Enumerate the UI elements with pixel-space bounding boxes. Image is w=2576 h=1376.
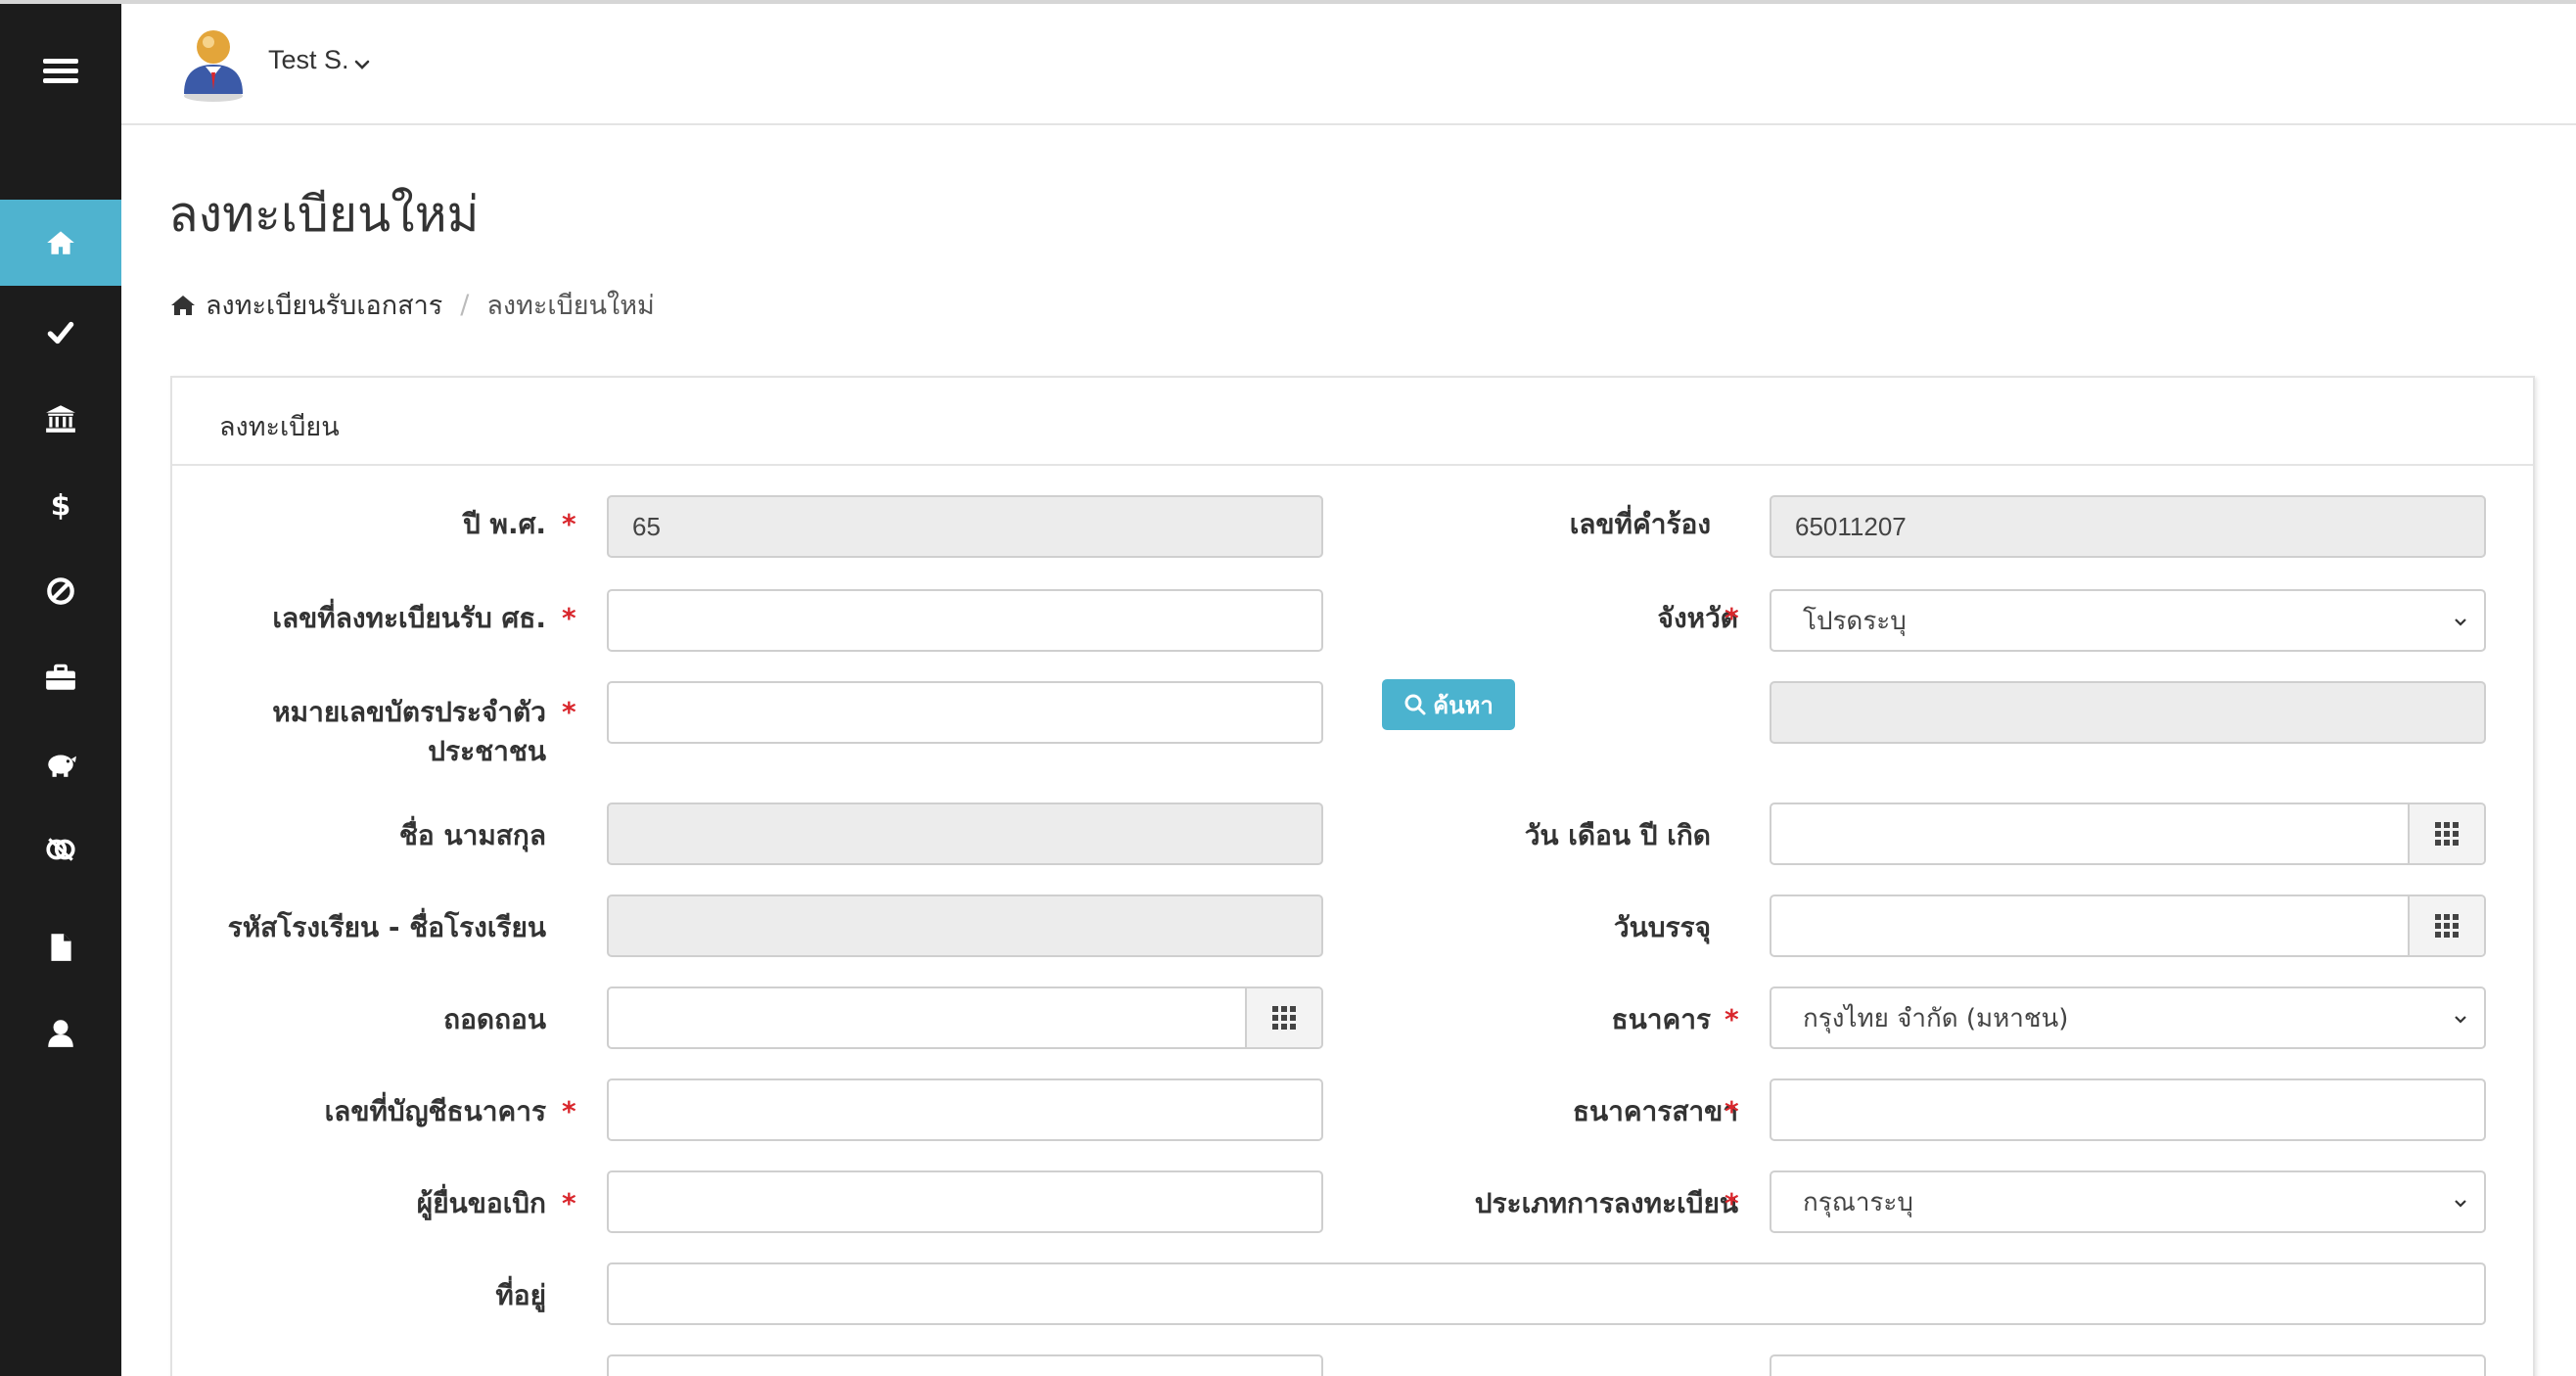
sidebar-item-briefcase[interactable]	[0, 634, 121, 720]
province-select[interactable]: โปรดระบุ	[1770, 589, 2486, 652]
calendar-grid-icon	[2435, 914, 2459, 938]
appoint-date-input[interactable]	[1770, 894, 2486, 957]
chevron-down-icon[interactable]	[352, 55, 372, 74]
request-no-label: เลขที่คำร้อง	[1569, 508, 1711, 540]
ban-icon	[47, 577, 74, 605]
address-label: ที่อยู่	[495, 1279, 546, 1311]
breadcrumb-separator: /	[460, 290, 470, 320]
chevron-down-icon	[2455, 619, 2466, 626]
required-marker: *	[562, 1095, 576, 1127]
next-row-input-right[interactable]	[1770, 1354, 2486, 1376]
reg-type-select[interactable]: กรุณาระบุ	[1770, 1170, 2486, 1233]
bank-select[interactable]: กรุงไทย จำกัด (มหาชน)	[1770, 986, 2486, 1049]
breadcrumb-home-link[interactable]: ลงทะเบียนรับเอกสาร	[206, 284, 442, 326]
required-marker: *	[1725, 602, 1739, 634]
id-card-label-line2: ประชาชน	[428, 735, 546, 767]
breadcrumb-current: ลงทะเบียนใหม่	[486, 291, 655, 321]
calendar-button[interactable]	[2408, 896, 2484, 955]
chevron-down-icon	[2455, 1016, 2466, 1024]
reg-no-input[interactable]	[607, 589, 1323, 652]
file-icon	[51, 934, 71, 961]
id-card-input[interactable]	[607, 681, 1323, 744]
account-no-label: เลขที่บัญชีธนาคาร	[324, 1095, 546, 1127]
request-no-field[interactable]: 65011207	[1770, 495, 2486, 558]
account-no-input[interactable]	[607, 1078, 1323, 1141]
search-icon	[1404, 694, 1426, 715]
required-marker: *	[1725, 1003, 1739, 1035]
bank-icon	[46, 405, 75, 433]
birth-date-label: วัน เดือน ปี เกิด	[1524, 819, 1711, 851]
reg-type-label: ประเภทการลงทะเบียน	[1474, 1187, 1738, 1219]
avatar[interactable]	[178, 23, 249, 102]
calendar-button[interactable]	[1245, 988, 1321, 1047]
full-name-field[interactable]	[607, 803, 1323, 865]
branch-label: ธนาคารสาขา	[1572, 1095, 1738, 1127]
school-field[interactable]	[607, 894, 1323, 957]
bank-select-value: กรุงไทย จำกัด (มหาชน)	[1803, 1003, 2069, 1033]
dollar-icon: $	[51, 489, 71, 522]
withdraw-label: ถอดถอน	[443, 1003, 546, 1035]
next-row-input-left[interactable]	[607, 1354, 1323, 1376]
user-name[interactable]: Test S.	[268, 45, 349, 75]
panel-header: ลงทะเบียน	[172, 378, 2533, 466]
required-marker: *	[562, 696, 576, 728]
chevron-down-icon	[2455, 1200, 2466, 1208]
sidebar-item-ban[interactable]	[0, 548, 121, 634]
required-marker: *	[562, 508, 576, 540]
sidebar-item-user[interactable]	[0, 990, 121, 1077]
reg-type-select-value: กรุณาระบุ	[1803, 1187, 1913, 1217]
page-title: ลงทะเบียนใหม่	[168, 186, 480, 243]
user-icon	[48, 1020, 73, 1047]
required-marker: *	[1725, 1187, 1739, 1219]
panel-title: ลงทะเบียน	[219, 412, 340, 442]
birth-date-input[interactable]	[1770, 803, 2486, 865]
withdraw-date-input[interactable]	[607, 986, 1323, 1049]
id-card-label-line1: หมายเลขบัตรประจำตัว	[272, 696, 546, 728]
sidebar-item-file[interactable]	[0, 904, 121, 990]
reg-no-label: เลขที่ลงทะเบียนรับ ศธ.	[272, 602, 546, 634]
calendar-grid-icon	[1272, 1006, 1296, 1030]
calendar-grid-icon	[2435, 822, 2459, 846]
full-name-label: ชื่อ นามสกุล	[398, 819, 546, 851]
menu-toggle-button[interactable]	[0, 33, 121, 108]
home-icon	[171, 295, 195, 315]
sidebar-item-savings[interactable]	[0, 720, 121, 806]
bank-label: ธนาคาร	[1611, 1003, 1711, 1035]
sidebar-item-dollar[interactable]: $	[0, 462, 121, 548]
top-header: Test S.	[121, 4, 2576, 125]
search-button[interactable]: ค้นหา	[1382, 679, 1515, 730]
required-marker: *	[1725, 1095, 1739, 1127]
breadcrumb: ลงทะเบียนรับเอกสาร / ลงทะเบียนใหม่	[170, 284, 655, 326]
piggy-bank-icon	[48, 755, 76, 777]
home-icon	[47, 231, 74, 254]
link-icon	[46, 838, 75, 861]
sidebar-item-bank[interactable]	[0, 376, 121, 462]
briefcase-icon	[46, 664, 75, 690]
sidebar-item-link[interactable]	[0, 806, 121, 893]
year-label: ปี พ.ศ.	[462, 508, 546, 540]
svg-text:$: $	[51, 489, 71, 522]
province-select-value: โปรดระบุ	[1803, 606, 1907, 636]
branch-input[interactable]	[1770, 1078, 2486, 1141]
sidebar: $	[0, 4, 121, 1376]
calendar-button[interactable]	[2408, 804, 2484, 863]
school-label: รหัสโรงเรียน - ชื่อโรงเรียน	[227, 911, 546, 943]
sidebar-item-check[interactable]	[0, 290, 121, 376]
required-marker: *	[562, 1187, 576, 1219]
applicant-label: ผู้ยื่นขอเบิก	[416, 1187, 546, 1219]
applicant-input[interactable]	[607, 1170, 1323, 1233]
year-field[interactable]: 65	[607, 495, 1323, 558]
appoint-date-label: วันบรรจุ	[1613, 911, 1711, 943]
required-marker: *	[562, 602, 576, 634]
check-icon	[47, 321, 74, 344]
address-input[interactable]	[607, 1262, 2486, 1325]
hamburger-icon	[43, 59, 78, 83]
sidebar-item-home[interactable]	[0, 200, 121, 286]
lookup-result-field	[1770, 681, 2486, 744]
search-button-label: ค้นหา	[1433, 691, 1494, 719]
